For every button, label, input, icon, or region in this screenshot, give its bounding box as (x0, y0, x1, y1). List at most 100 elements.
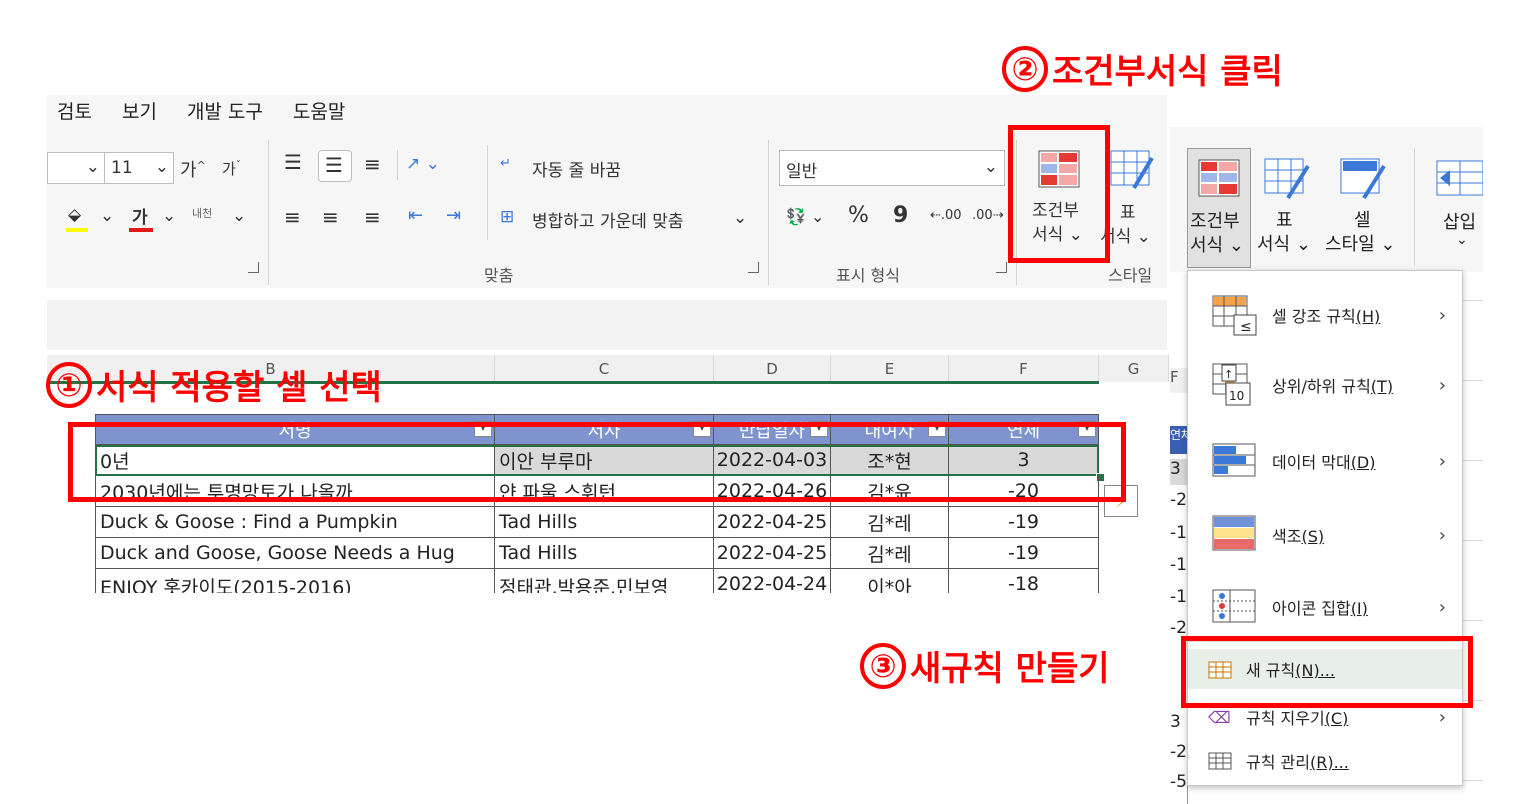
phonetic-button[interactable]: 내천 (192, 205, 212, 221)
decrease-indent-icon[interactable]: ⇤ (408, 205, 423, 226)
column-header-d[interactable]: D (714, 355, 831, 382)
conditional-formatting-button[interactable]: 조건부 서식 ⌄ (1187, 148, 1251, 268)
table-cell[interactable]: 2022-04-24 (714, 569, 831, 593)
chevron-right-icon: › (1438, 596, 1446, 618)
chevron-right-icon: › (1438, 524, 1446, 546)
table-cell[interactable]: -19 (949, 507, 1099, 538)
menu-item-icon-sets[interactable]: 아이콘 집합(I) › (1188, 577, 1462, 637)
align-right-icon[interactable]: ≡ (364, 205, 381, 229)
chevron-down-icon[interactable]: ⌄ (232, 206, 246, 226)
font-name-dropdown[interactable]: ⌄ (47, 152, 105, 184)
accounting-format-icon[interactable]: 💱 ⌄ (786, 207, 824, 226)
chevron-down-icon: ⌄ (85, 157, 100, 177)
table-cell[interactable]: Tad Hills (495, 538, 714, 569)
increase-indent-icon[interactable]: ⇥ (446, 205, 461, 226)
tab-view[interactable]: 보기 (122, 97, 157, 124)
grow-font-button[interactable]: 가^ (180, 156, 206, 182)
decrease-decimal-button[interactable]: .00⇢ (972, 208, 1004, 223)
insert-label[interactable]: 삽입 (1443, 208, 1476, 234)
wrap-text-icon: ↵ (500, 156, 511, 171)
cell-styles-label1[interactable]: 셀 (1354, 206, 1371, 232)
group-label-align: 맞춤 (484, 266, 514, 285)
grid-line (1461, 300, 1483, 301)
svg-text:≤: ≤ (1240, 319, 1252, 335)
merge-center-button[interactable]: 병합하고 가운데 맞춤 (532, 207, 684, 232)
chevron-down-icon[interactable]: ⌄ (162, 206, 176, 226)
align-middle-button[interactable]: ☰ (318, 150, 352, 182)
column-header-f-right: F (1170, 368, 1187, 393)
font-size-dropdown[interactable]: 11 ⌄ (104, 152, 174, 184)
align-bottom-icon[interactable]: ≡ (364, 152, 381, 176)
table-cell[interactable]: 2022-04-25 (714, 507, 831, 538)
align-left-icon[interactable]: ≡ (284, 205, 301, 229)
chevron-down-icon[interactable]: ⌄ (733, 208, 747, 228)
tab-developer[interactable]: 개발 도구 (187, 97, 263, 124)
highlight-box-step1 (68, 422, 1126, 502)
right-cell: -1 (1170, 587, 1187, 607)
number-format-dropdown[interactable]: 일반 ⌄ (779, 150, 1005, 186)
percent-button[interactable]: % (848, 203, 869, 228)
shrink-font-button[interactable]: 가ˇ (222, 158, 241, 179)
menu-item-top-bottom-rules[interactable]: ↑ 10 상위/하위 규칙(T) › (1188, 355, 1462, 415)
right-cell: -1 (1170, 555, 1187, 575)
table-format-label1[interactable]: 표 (1276, 206, 1293, 232)
format-as-table-label1[interactable]: 표 (1120, 198, 1136, 223)
conditional-formatting-menu: ≤ 셀 강조 규칙(H) › ↑ 10 상위/하위 규칙(T) › 데이터 막대… (1187, 270, 1463, 786)
tab-help[interactable]: 도움말 (293, 97, 345, 124)
menu-item-manage-rules[interactable]: 규칙 관리(R)... (1188, 743, 1462, 779)
table-cell[interactable]: 김*레 (831, 538, 949, 569)
table-cell[interactable]: ENJOY 홋카이도(2015-2016) (95, 569, 495, 593)
comma-button[interactable]: 9 (893, 203, 908, 228)
cf-label1: 조건부 (1190, 211, 1240, 232)
chevron-down-icon[interactable]: ⌄ (100, 206, 114, 226)
chevron-down-icon[interactable]: ⌄ (1456, 232, 1468, 248)
table-cell[interactable]: Duck and Goose, Goose Needs a Hug (95, 538, 495, 569)
annotation-step2: ② 조건부서식 클릭 (1002, 44, 1283, 93)
right-cell: -1 (1170, 523, 1187, 543)
font-color-button[interactable]: 가 (132, 203, 148, 228)
column-header-g[interactable]: G (1099, 355, 1169, 382)
table-cell[interactable]: -19 (949, 538, 1099, 569)
wrap-text-button[interactable]: 자동 줄 바꿈 (532, 156, 621, 181)
increase-decimal-button[interactable]: ⇠.00 (930, 208, 962, 223)
tab-review[interactable]: 검토 (57, 97, 92, 124)
align-top-icon[interactable]: ☰ (284, 150, 302, 174)
merge-center-icon: ⊞ (500, 207, 515, 227)
table-cell[interactable]: -18 (949, 569, 1099, 593)
grid-line (1461, 380, 1483, 381)
chevron-right-icon: › (1438, 706, 1446, 728)
annotation-step1: ① 서식 적용할 셀 선택 (46, 360, 382, 409)
icon-sets-icon (1212, 589, 1256, 623)
menu-item-data-bars[interactable]: 데이터 막대(D) › (1188, 431, 1462, 491)
menu-item-color-scales[interactable]: 색조(S) › (1188, 505, 1462, 565)
table-cell[interactable]: Duck & Goose : Find a Pumpkin (95, 507, 495, 538)
align-center-icon[interactable]: ≡ (322, 205, 339, 229)
svg-text:10: 10 (1229, 389, 1244, 403)
table-format-label2[interactable]: 서식 ⌄ (1257, 230, 1311, 256)
menu-item-highlight-cells-rules[interactable]: ≤ 셀 강조 규칙(H) › (1188, 285, 1462, 345)
table-cell[interactable]: 김*레 (831, 507, 949, 538)
font-color-swatch (129, 228, 153, 232)
column-header-f[interactable]: F (949, 355, 1099, 382)
grid-line (1461, 460, 1483, 461)
fill-color-icon[interactable]: ⬙ (68, 205, 81, 225)
annotation-step3: ③ 새규칙 만들기 (860, 641, 1110, 690)
dialog-launcher-icon[interactable] (248, 262, 259, 273)
chevron-down-icon: ⌄ (983, 157, 998, 177)
column-header-e[interactable]: E (831, 355, 949, 382)
divider (397, 150, 398, 180)
table-cell[interactable]: 이*아 (831, 569, 949, 593)
table-cell[interactable]: Tad Hills (495, 507, 714, 538)
format-as-table-icon (1264, 158, 1310, 200)
column-header-c[interactable]: C (495, 355, 714, 382)
dialog-launcher-icon[interactable] (748, 262, 759, 273)
divider (768, 140, 769, 285)
table-cell[interactable]: 정태관,박용준,민보영 (495, 569, 714, 593)
dialog-launcher-icon[interactable] (996, 262, 1007, 273)
table-cell[interactable]: 2022-04-25 (714, 538, 831, 569)
divider (1414, 148, 1415, 266)
formula-bar-area (47, 300, 1167, 350)
cell-styles-label2[interactable]: 스타일 ⌄ (1325, 230, 1395, 256)
orientation-icon[interactable]: ↗ ⌄ (406, 154, 440, 174)
number-format-value: 일반 (786, 162, 818, 182)
